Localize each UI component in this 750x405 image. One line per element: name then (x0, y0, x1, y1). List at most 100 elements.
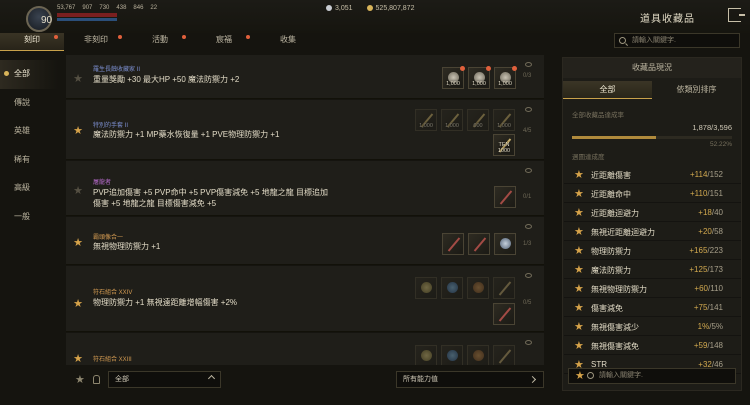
star-icon[interactable]: ★ (574, 244, 584, 257)
stat-row[interactable]: ★ 無視傷害減少 1%/5% (564, 317, 741, 336)
exit-icon[interactable] (728, 8, 745, 22)
eye-icon[interactable] (525, 62, 532, 67)
item-slot[interactable] (468, 233, 490, 255)
tab-blessing[interactable]: 宸福 (192, 33, 256, 51)
star-icon[interactable]: ★ (574, 320, 584, 333)
search-icon (619, 37, 626, 44)
grade-filter-select[interactable]: 全部 (108, 371, 221, 388)
tab-non-engraved[interactable]: 非刻印 (64, 33, 128, 51)
stat-value: +110/151 (689, 189, 723, 198)
favorite-filter-icon[interactable]: ★ (75, 373, 85, 386)
tab-status-by-category[interactable]: 依類別排序 (652, 81, 741, 99)
stat-value: 438 (116, 5, 127, 11)
item-slot[interactable] (493, 303, 515, 325)
category-advanced[interactable]: 高級 (0, 174, 58, 203)
item-slot[interactable]: TEN 1000 (493, 134, 515, 156)
stat-row[interactable]: ★ 物理防禦力 +165/223 (564, 241, 741, 260)
item-slot[interactable] (441, 277, 463, 299)
star-icon[interactable]: ★ (72, 298, 84, 310)
eye-icon[interactable] (525, 107, 532, 112)
star-icon[interactable]: ★ (72, 353, 84, 365)
collection-row[interactable]: ★ 符石組合 XXIII (66, 333, 544, 365)
star-icon[interactable]: ★ (575, 369, 585, 383)
eye-icon[interactable] (525, 340, 532, 345)
item-slot[interactable] (467, 345, 489, 365)
stat-row[interactable]: ★ 傷害減免 +75/141 (564, 298, 741, 317)
silver-amount: 3,051 (326, 5, 353, 12)
category-rare[interactable]: 稀有 (0, 146, 58, 175)
item-slot[interactable] (442, 233, 464, 255)
collection-row[interactable]: ★ 羅生長蝕收藏家 II 重量獎勵 +30 最大HP +50 魔法防禦力 +2 … (66, 55, 544, 99)
star-icon[interactable]: ★ (72, 125, 84, 137)
item-slot[interactable]: 1,000 (468, 66, 491, 89)
panel-search-input[interactable]: ★ 請輸入關鍵字. (568, 368, 736, 384)
item-slot[interactable] (494, 186, 516, 208)
rune-icon (447, 350, 458, 361)
star-icon[interactable]: ★ (72, 237, 84, 249)
collection-effect: 無視物理防禦力 +1 (93, 242, 161, 251)
item-slot[interactable] (441, 345, 463, 365)
search-icon (587, 372, 594, 379)
star-icon[interactable]: ★ (574, 301, 584, 314)
tab-collect[interactable]: 收集 (256, 33, 320, 51)
search-input[interactable]: 請輸入關鍵字. (614, 33, 740, 48)
tab-status-all[interactable]: 全部 (563, 81, 652, 99)
chevron-right-icon (528, 375, 537, 384)
category-legendary[interactable]: 傳說 (0, 89, 58, 118)
tab-engraved[interactable]: 刻印 (0, 33, 64, 51)
collection-title: 符石組合 XXIII (93, 357, 132, 363)
item-slot[interactable]: 1,000 (442, 66, 465, 89)
star-icon[interactable]: ★ (574, 168, 584, 181)
overall-rate: 1,878/3,596 (563, 123, 741, 132)
stat-filter-select[interactable]: 所有能力值 (396, 371, 544, 388)
item-slot[interactable]: 1,000 (494, 66, 517, 89)
star-icon[interactable]: ★ (574, 206, 584, 219)
collection-row[interactable]: ★ 霸頭像合一 無視物理防禦力 +1 1/3 (66, 217, 544, 265)
collection-row[interactable]: ★ 屠龍者 PVP追加傷害 +5 PVP命中 +5 PVP傷害減免 +5 地龍之… (66, 161, 544, 216)
character-stats: 53,767 907 730 438 846 22 (57, 5, 157, 11)
star-icon[interactable]: ★ (72, 73, 84, 85)
stat-row[interactable]: ★ 無視物理防禦力 +60/110 (564, 279, 741, 298)
stat-row[interactable]: ★ 魔法防禦力 +125/173 (564, 260, 741, 279)
item-slot[interactable]: 1,000 (441, 109, 463, 131)
item-slot[interactable] (415, 277, 437, 299)
stat-row[interactable]: ★ 近距離命中 +110/151 (564, 184, 741, 203)
item-slot[interactable]: 600 (467, 109, 489, 131)
collection-row[interactable]: ★ 特別的手套 II 魔法防禦力 +1 MP藥水恢復量 +1 PVE物理防禦力 … (66, 100, 544, 160)
stat-name: 傷害減免 (591, 304, 623, 313)
stat-row[interactable]: ★ 近距離迴避力 +18/40 (564, 203, 741, 222)
stat-row[interactable]: ★ 無視傷害減免 +59/148 (564, 336, 741, 355)
star-icon[interactable]: ★ (574, 187, 584, 200)
star-icon[interactable]: ★ (574, 263, 584, 276)
eye-icon[interactable] (525, 273, 532, 278)
character-avatar[interactable]: 90 (26, 6, 52, 32)
tab-event[interactable]: 活動 (128, 33, 192, 51)
stat-row[interactable]: ★ 無視近距離迴避力 +20/58 (564, 222, 741, 241)
item-slot[interactable]: 1,000 (493, 109, 515, 131)
stat-value: +165/223 (689, 246, 723, 255)
item-slot[interactable] (493, 277, 515, 299)
star-icon[interactable]: ★ (72, 185, 84, 197)
gold-amount: 525,807,872 (366, 5, 414, 12)
category-heroic[interactable]: 英雄 (0, 117, 58, 146)
star-icon[interactable]: ★ (574, 225, 584, 238)
star-icon[interactable]: ★ (574, 282, 584, 295)
category-all[interactable]: 全部 (0, 60, 58, 89)
item-slot[interactable] (494, 233, 516, 255)
rune-icon (473, 350, 484, 361)
stat-value: +59/148 (693, 341, 723, 350)
item-slot[interactable] (467, 277, 489, 299)
eye-icon[interactable] (525, 168, 532, 173)
item-slot[interactable] (415, 345, 437, 365)
item-slot[interactable]: 1,000 (415, 109, 437, 131)
alert-dot (460, 66, 465, 71)
item-slot[interactable] (493, 345, 515, 365)
category-normal[interactable]: 一般 (0, 203, 58, 232)
star-icon[interactable]: ★ (574, 339, 584, 352)
stat-row[interactable]: ★ 近距離傷害 +114/152 (564, 165, 741, 184)
stat-value: 1%/5% (697, 322, 723, 331)
collection-title: 屠龍者 (93, 180, 112, 186)
lock-icon[interactable] (93, 375, 100, 384)
eye-icon[interactable] (525, 224, 532, 229)
collection-row[interactable]: ★ 符石組合 XXIV 物理防禦力 +1 無視遠距離增幅傷害 +2% 0/5 (66, 266, 544, 332)
